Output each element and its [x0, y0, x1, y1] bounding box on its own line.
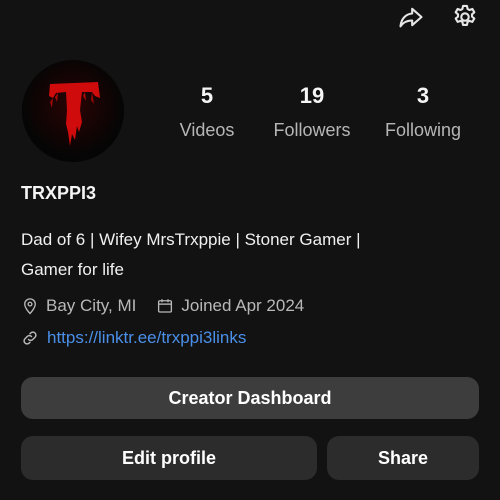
- stat-followers-count: 19: [299, 83, 325, 108]
- stat-videos-count: 5: [200, 83, 214, 108]
- profile-link: https://linktr.ee/trxppi3links: [21, 328, 246, 348]
- edit-profile-button[interactable]: Edit profile: [21, 436, 317, 480]
- join-date-text: Joined Apr 2024: [181, 296, 305, 315]
- location: Bay City, MI: [21, 296, 136, 316]
- location-text: Bay City, MI: [46, 296, 137, 315]
- username: TRXPPI3: [21, 183, 97, 203]
- calendar-icon: [158, 299, 173, 313]
- profile-link-url[interactable]: https://linktr.ee/trxppi3links: [47, 328, 246, 348]
- creator-dashboard-button[interactable]: Creator Dashboard: [21, 377, 479, 419]
- profile-page: 5 Videos 19 Followers 3 Following TRXPPI…: [0, 0, 500, 500]
- stat-following-label: Following: [384, 120, 462, 140]
- profile-meta: Bay City, MI Joined Apr 2024: [21, 296, 324, 316]
- stat-followers-label: Followers: [273, 120, 351, 140]
- location-pin-icon: [24, 298, 36, 315]
- stat-videos[interactable]: 5 Videos: [152, 82, 262, 142]
- red-dripping-t-logo-icon: [22, 60, 124, 162]
- stat-videos-label: Videos: [179, 120, 235, 140]
- link-icon: [23, 331, 37, 345]
- gear-icon[interactable]: [448, 0, 482, 34]
- share-icon[interactable]: [394, 0, 428, 34]
- stat-following-count: 3: [416, 83, 430, 108]
- profile-stats: 5 Videos 19 Followers 3 Following: [152, 82, 482, 146]
- share-button[interactable]: Share: [327, 436, 479, 480]
- top-actions: [394, 0, 482, 34]
- join-date: Joined Apr 2024: [156, 296, 304, 316]
- bio-line-2: Gamer for life: [21, 260, 124, 279]
- bio: Dad of 6 | Wifey MrsTrxppie | Stoner Gam…: [21, 225, 421, 285]
- stat-following[interactable]: 3 Following: [368, 82, 478, 142]
- bio-line-1: Dad of 6 | Wifey MrsTrxppie | Stoner Gam…: [21, 230, 361, 249]
- avatar[interactable]: [22, 60, 124, 162]
- stat-followers[interactable]: 19 Followers: [257, 82, 367, 142]
